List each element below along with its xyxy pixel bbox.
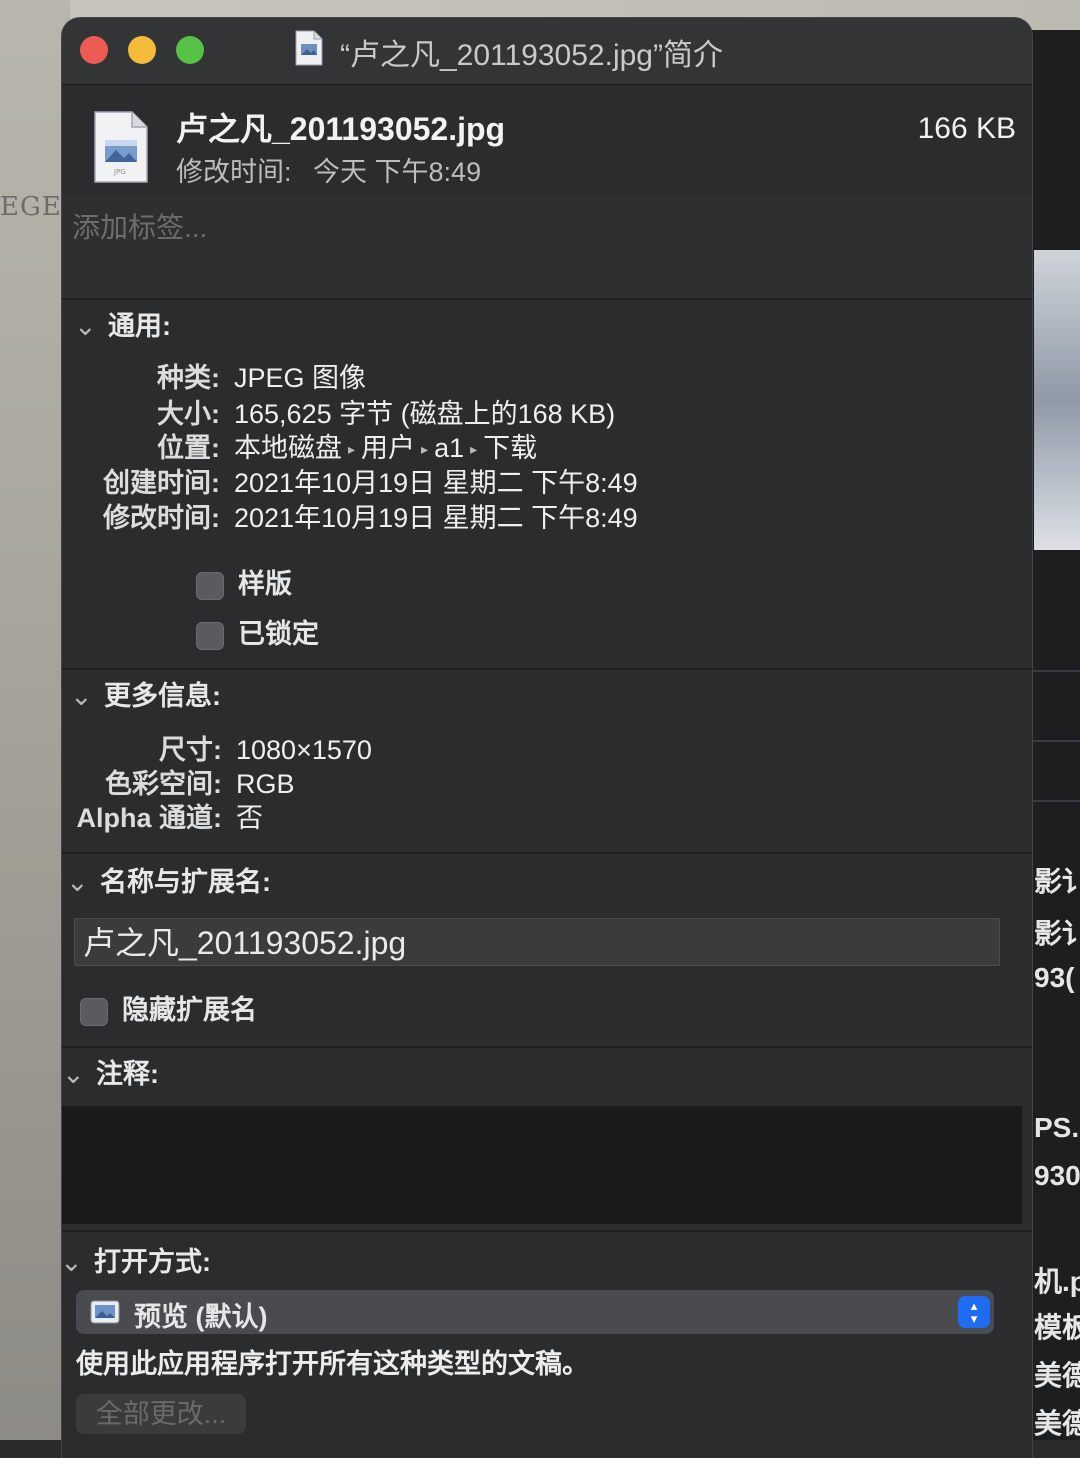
tags-field[interactable] bbox=[62, 194, 1032, 298]
background-right-text: 模板 bbox=[1034, 1312, 1080, 1343]
divider bbox=[62, 852, 1032, 854]
kind-row: 种类: JPEG 图像 bbox=[62, 356, 366, 395]
name-ext-section-title: 名称与扩展名: bbox=[100, 867, 271, 897]
alpha-value: 否 bbox=[236, 803, 263, 833]
modified-row-value: 2021年10月19日 星期二 下午8:49 bbox=[234, 503, 638, 533]
modified-value: 今天 下午8:49 bbox=[313, 157, 482, 187]
minimize-button[interactable] bbox=[128, 36, 156, 64]
open-with-description: 使用此应用程序打开所有这种类型的文稿。 bbox=[76, 1349, 589, 1379]
path-item[interactable]: 用户 bbox=[361, 433, 415, 463]
background-right-text: 美德 bbox=[1034, 1360, 1080, 1391]
locked-label: 已锁定 bbox=[238, 619, 319, 649]
locked-checkbox-row[interactable]: 已锁定 bbox=[196, 612, 319, 651]
jpg-document-icon: JPG bbox=[94, 111, 148, 183]
path-item[interactable]: a1 bbox=[434, 433, 464, 463]
where-label: 位置: bbox=[157, 433, 220, 463]
background-stripe bbox=[1030, 740, 1080, 742]
change-all-button[interactable]: 全部更改... bbox=[76, 1394, 246, 1434]
stationery-checkbox-row[interactable]: 样版 bbox=[196, 562, 292, 601]
background-stripe bbox=[1030, 800, 1080, 802]
modified-summary: 修改时间: 今天 下午8:49 bbox=[176, 150, 481, 189]
alpha-label: Alpha 通道: bbox=[76, 803, 223, 833]
background-right-text: 影讠 bbox=[1034, 918, 1080, 949]
svg-text:JPG: JPG bbox=[113, 168, 126, 176]
open-with-section-title: 打开方式: bbox=[94, 1247, 211, 1277]
background-stripe bbox=[1030, 670, 1080, 672]
comments-section-title: 注释: bbox=[96, 1059, 159, 1089]
path-separator-icon: ▸ bbox=[348, 441, 356, 458]
chevron-down-icon[interactable]: ⌄ bbox=[66, 867, 89, 898]
divider bbox=[62, 1046, 1032, 1048]
path-separator-icon: ▸ bbox=[421, 441, 429, 458]
open-with-app-label: 预览 (默认) bbox=[134, 1302, 268, 1332]
comments-section-header[interactable]: ⌄ 注释: bbox=[62, 1052, 159, 1091]
path-separator-icon: ▸ bbox=[470, 441, 478, 458]
open-with-section-header[interactable]: ⌄ 打开方式: bbox=[62, 1240, 211, 1279]
chevron-down-icon[interactable]: ⌄ bbox=[70, 681, 93, 712]
size-value: 165,625 字节 (磁盘上的168 KB) bbox=[234, 399, 616, 429]
color-space-value: RGB bbox=[236, 769, 295, 799]
divider bbox=[62, 668, 1032, 670]
background-right-text: 美德 bbox=[1034, 1408, 1080, 1439]
close-button[interactable] bbox=[80, 36, 108, 64]
general-section-title: 通用: bbox=[108, 311, 171, 341]
background-right-text: PS.I bbox=[1034, 1112, 1080, 1143]
kind-value: JPEG 图像 bbox=[234, 363, 367, 393]
stationery-label: 样版 bbox=[238, 569, 292, 599]
name-ext-section-header[interactable]: ⌄ 名称与扩展名: bbox=[66, 860, 271, 899]
alpha-row: Alpha 通道: 否 bbox=[62, 796, 264, 835]
more-info-section-title: 更多信息: bbox=[104, 681, 221, 711]
tags-placeholder[interactable]: 添加标签... bbox=[72, 206, 207, 246]
hide-extension-label: 隐藏扩展名 bbox=[122, 995, 257, 1025]
open-with-popup[interactable]: 预览 (默认) ▴ ▾ bbox=[76, 1290, 994, 1334]
more-info-section-header[interactable]: ⌄ 更多信息: bbox=[70, 674, 221, 713]
comments-field[interactable] bbox=[62, 1106, 1022, 1224]
window-title: “卢之凡_201193052.jpg”简介 bbox=[340, 39, 723, 72]
where-path: 本地磁盘 ▸ 用户 ▸ a1 ▸ 下载 bbox=[234, 433, 537, 463]
created-label: 创建时间: bbox=[103, 468, 220, 498]
modified-label: 修改时间: bbox=[176, 157, 292, 187]
name-field[interactable]: 卢之凡_201193052.jpg bbox=[74, 918, 1000, 966]
path-item[interactable]: 下载 bbox=[483, 433, 537, 463]
background-right-text: 影讠 bbox=[1034, 866, 1080, 897]
info-window: “卢之凡_201193052.jpg”简介 JPG 卢之凡_201193052.… bbox=[62, 18, 1032, 1458]
background-right-text: 93( bbox=[1034, 962, 1075, 993]
popup-stepper-icon[interactable]: ▴ ▾ bbox=[958, 1296, 990, 1328]
file-name: 卢之凡_201193052.jpg bbox=[176, 111, 506, 147]
modified-row: 修改时间: 2021年10月19日 星期二 下午8:49 bbox=[62, 496, 638, 535]
hide-extension-row[interactable]: 隐藏扩展名 bbox=[80, 988, 257, 1027]
stationery-checkbox[interactable] bbox=[196, 571, 224, 600]
kind-label: 种类: bbox=[157, 363, 220, 393]
chevron-down-icon[interactable]: ⌄ bbox=[62, 1247, 83, 1278]
background-right-text: 机.p bbox=[1034, 1266, 1080, 1297]
modified-row-label: 修改时间: bbox=[103, 503, 220, 533]
created-value: 2021年10月19日 星期二 下午8:49 bbox=[234, 468, 638, 498]
zoom-button[interactable] bbox=[176, 36, 204, 64]
title-bar[interactable]: “卢之凡_201193052.jpg”简介 bbox=[62, 18, 1032, 85]
preview-app-icon bbox=[90, 1300, 120, 1324]
divider bbox=[62, 1230, 1032, 1232]
general-section-header[interactable]: ⌄ 通用: bbox=[74, 304, 171, 343]
path-item[interactable]: 本地磁盘 bbox=[234, 433, 342, 463]
hide-extension-checkbox[interactable] bbox=[80, 997, 108, 1026]
divider bbox=[62, 298, 1032, 300]
background-right bbox=[1030, 30, 1080, 1440]
created-row: 创建时间: 2021年10月19日 星期二 下午8:49 bbox=[62, 461, 638, 500]
file-size: 166 KB bbox=[917, 112, 1016, 145]
dimensions-value: 1080×1570 bbox=[236, 735, 372, 765]
where-row: 位置: 本地磁盘 ▸ 用户 ▸ a1 ▸ 下载 bbox=[62, 426, 537, 465]
background-right-text: 930 bbox=[1034, 1160, 1080, 1191]
chevron-down-icon[interactable]: ⌄ bbox=[62, 1059, 85, 1090]
jpg-file-icon bbox=[295, 30, 323, 66]
background-right-photo bbox=[1034, 250, 1080, 550]
locked-checkbox[interactable] bbox=[196, 621, 224, 650]
chevron-down-icon[interactable]: ⌄ bbox=[74, 311, 97, 342]
